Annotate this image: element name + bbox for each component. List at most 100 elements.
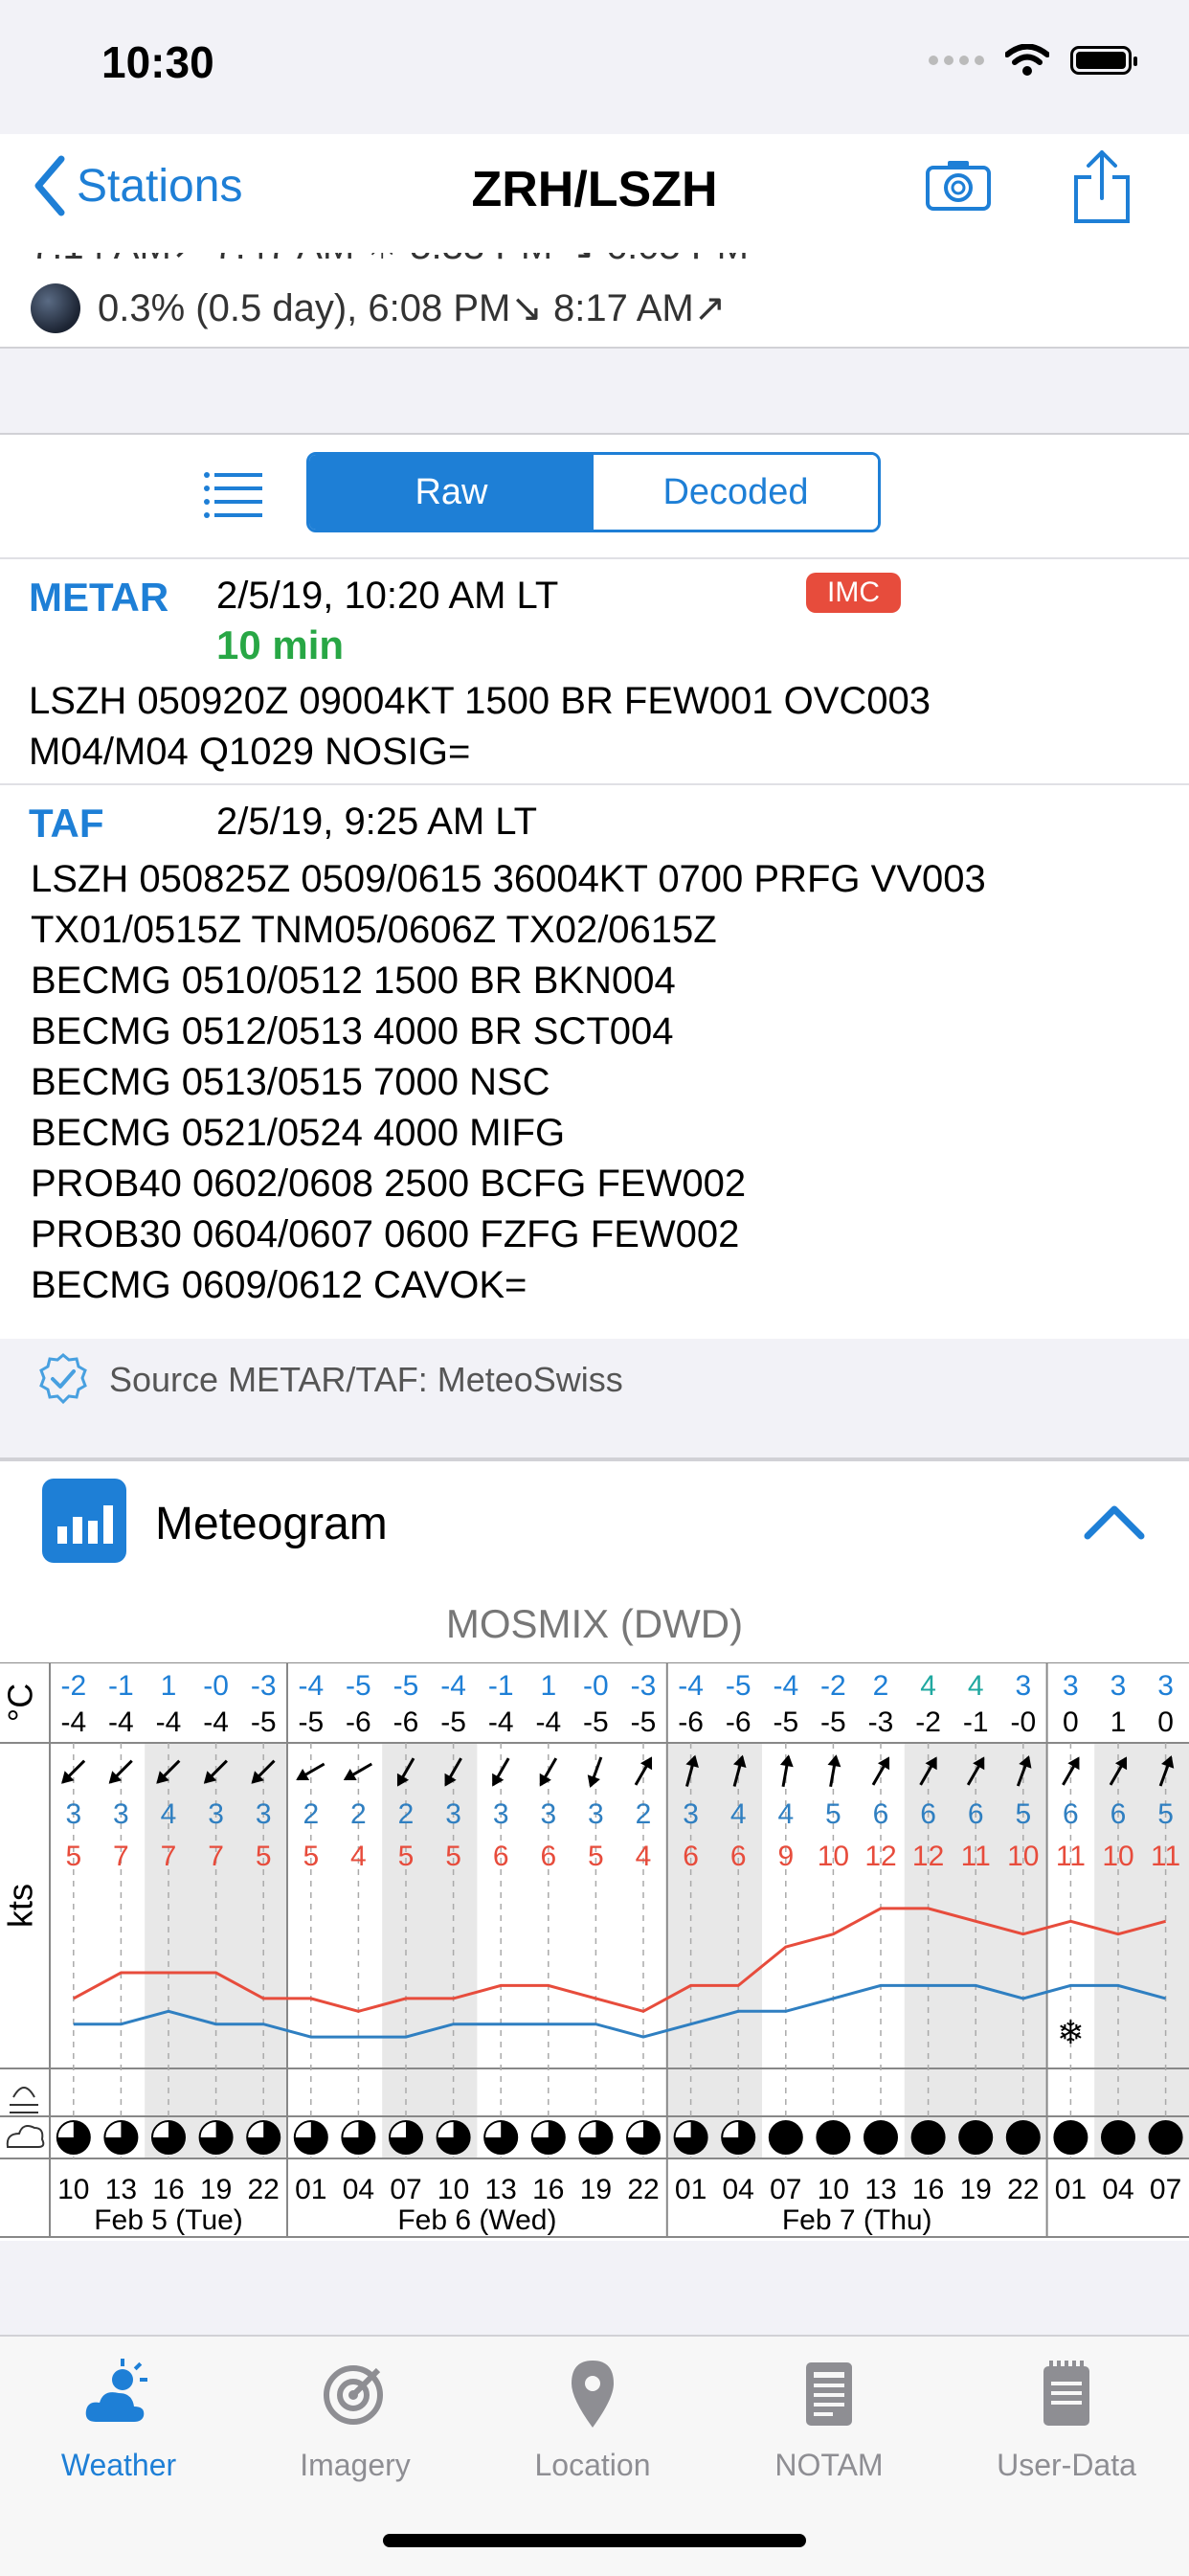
dewpoint-value: -4 xyxy=(298,1670,324,1702)
location-icon xyxy=(497,2350,688,2436)
wind-gust-value: 9 xyxy=(777,1841,794,1872)
wind-gust-value: 12 xyxy=(912,1841,944,1872)
wind-speed-value: 6 xyxy=(873,1798,889,1830)
cloud-cover-icon xyxy=(958,2120,994,2155)
wind-speed-value: 4 xyxy=(161,1798,177,1830)
list-icon[interactable] xyxy=(203,471,264,519)
hour-label: 13 xyxy=(864,2174,896,2205)
divider xyxy=(0,783,1189,785)
divider xyxy=(0,557,1189,559)
temperature-value: 0 xyxy=(1063,1706,1079,1738)
temperature-value: -6 xyxy=(393,1706,419,1738)
wind-gust-value: 5 xyxy=(445,1841,461,1872)
taf-time: 2/5/19, 9:25 AM LT xyxy=(216,801,538,843)
tab-label: NOTAM xyxy=(774,2448,884,2482)
wind-speed-value: 4 xyxy=(777,1798,794,1830)
dewpoint-value: -2 xyxy=(60,1670,86,1702)
wind-speed-value: 3 xyxy=(65,1798,81,1830)
meteogram-chart: °C kts -2 -4 -1 -4 1 -4 -0 -4 -3 -5 -4 -5 -5 -6 -5 -6 -4 -5… xyxy=(0,1662,1189,2238)
temperature-value: -5 xyxy=(773,1706,798,1738)
dewpoint-value: -1 xyxy=(488,1670,514,1702)
cloud-cover-icon xyxy=(626,2120,661,2155)
dewpoint-value: 3 xyxy=(1110,1670,1127,1702)
bar-chart-icon xyxy=(42,1479,126,1563)
segment-raw[interactable]: Raw xyxy=(309,455,594,530)
tab-user-data[interactable]: User-Data xyxy=(971,2350,1162,2483)
cloud-cover-icon xyxy=(151,2120,186,2155)
temp-unit-label: °C xyxy=(1,1683,40,1722)
dewpoint-value: -2 xyxy=(820,1670,846,1702)
hour-label: 19 xyxy=(200,2174,232,2205)
wind-speed-value: 2 xyxy=(398,1798,415,1830)
dewpoint-value: -5 xyxy=(726,1670,752,1702)
taf-label: TAF xyxy=(29,801,104,846)
wind-arrow xyxy=(61,1759,86,1784)
wind-speed-value: 2 xyxy=(303,1798,319,1830)
cloud-cover-icon xyxy=(246,2120,281,2155)
tab-weather[interactable]: Weather xyxy=(23,2350,214,2483)
sun-sea-shape xyxy=(10,2087,38,2113)
dewpoint-value: 3 xyxy=(1157,1670,1174,1702)
segment-decoded[interactable]: Decoded xyxy=(594,455,878,530)
dewpoint-value: 4 xyxy=(968,1670,984,1702)
wind-speed-value: 3 xyxy=(588,1798,604,1830)
dewpoint-value: 1 xyxy=(161,1670,177,1702)
wind-speed-value: 3 xyxy=(683,1798,699,1830)
day-label: Feb 7 (Thu) xyxy=(782,2204,932,2236)
dewpoint-value: -4 xyxy=(773,1670,798,1702)
temperature-value: -5 xyxy=(440,1706,466,1738)
wind-arrow-head xyxy=(587,1774,600,1788)
wind-arrow xyxy=(343,1762,373,1781)
cloud-cover-icon xyxy=(436,2120,471,2155)
wind-speed-value: 2 xyxy=(350,1798,367,1830)
wind-gust-value: 11 xyxy=(1151,1841,1180,1872)
tab-label: User-Data xyxy=(997,2448,1136,2482)
wind-speed-value: 6 xyxy=(968,1798,984,1830)
source-text: Source METAR/TAF: MeteoSwiss xyxy=(109,1360,623,1399)
dewpoint-value: -0 xyxy=(583,1670,609,1702)
cloud-cover-icon xyxy=(1053,2120,1088,2155)
camera-icon[interactable] xyxy=(925,158,992,212)
hour-label: 16 xyxy=(152,2174,184,2205)
wind-arrow xyxy=(539,1757,558,1787)
hour-label: 04 xyxy=(723,2174,754,2205)
model-label: MOSMIX (DWD) xyxy=(445,1601,744,1646)
wind-speed-value: 6 xyxy=(1110,1798,1127,1830)
wind-speed-value: 3 xyxy=(445,1798,461,1830)
signal-icon xyxy=(929,56,984,65)
wind-gust-value: 5 xyxy=(256,1841,272,1872)
dewpoint-value: 3 xyxy=(1063,1670,1079,1702)
hour-label: 10 xyxy=(57,2174,89,2205)
wind-gust-value: 7 xyxy=(208,1841,224,1872)
wind-arrow xyxy=(108,1759,133,1784)
temperature-value: -5 xyxy=(631,1706,657,1738)
tab-notam[interactable]: NOTAM xyxy=(733,2350,925,2483)
imagery-icon xyxy=(259,2350,451,2436)
day-label: Feb 6 (Wed) xyxy=(397,2204,556,2236)
metar-text: LSZH 050920Z 09004KT 1500 BR FEW001 OVC0… xyxy=(29,680,931,773)
hour-label: 07 xyxy=(770,2174,801,2205)
cloud-shape xyxy=(6,2125,45,2148)
wind-gust-value: 5 xyxy=(303,1841,319,1872)
wind-arrow xyxy=(491,1757,510,1787)
hour-label: 13 xyxy=(105,2174,137,2205)
wind-speed-value: 4 xyxy=(730,1798,747,1830)
temperature-value: -4 xyxy=(156,1706,182,1738)
share-icon[interactable] xyxy=(1072,148,1132,225)
wind-arrow xyxy=(296,1762,325,1781)
dewpoint-value: 3 xyxy=(1015,1670,1031,1702)
cloud-cover-icon xyxy=(910,2120,946,2155)
temperature-value: -3 xyxy=(868,1706,894,1738)
wind-gust-value: 5 xyxy=(588,1841,604,1872)
tab-imagery[interactable]: Imagery xyxy=(259,2350,451,2483)
tab-location[interactable]: Location xyxy=(497,2350,688,2483)
hour-label: 01 xyxy=(295,2174,326,2205)
temperature-value: -2 xyxy=(915,1706,941,1738)
wind-speed-value: 6 xyxy=(920,1798,936,1830)
wind-gust-value: 10 xyxy=(1102,1841,1133,1872)
night-band xyxy=(382,1743,478,2158)
chevron-up-icon[interactable] xyxy=(1084,1503,1145,1542)
hour-label: 16 xyxy=(912,2174,944,2205)
wind-speed-value: 3 xyxy=(256,1798,272,1830)
dewpoint-value: -0 xyxy=(203,1670,229,1702)
